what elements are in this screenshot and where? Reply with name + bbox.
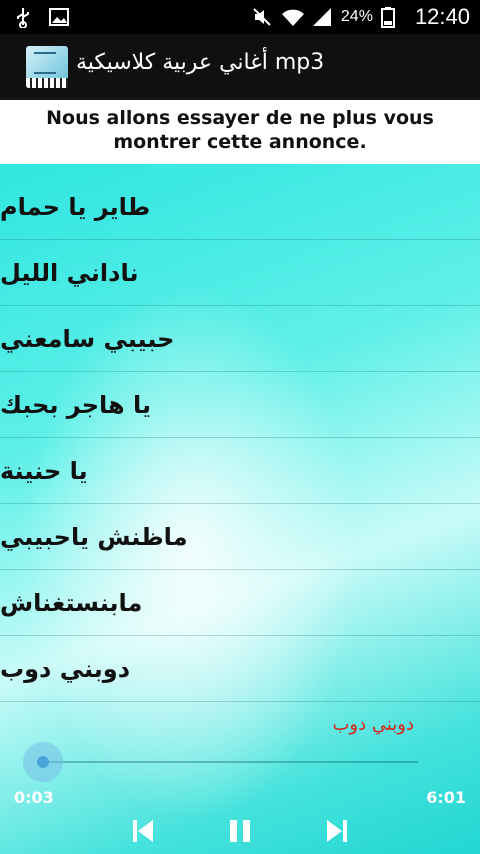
seek-thumb-core (37, 756, 50, 768)
player-controls (0, 812, 480, 852)
previous-button[interactable] (128, 816, 158, 846)
ad-banner[interactable]: Nous allons essayer de ne plus vous mont… (0, 100, 480, 164)
app-title: أغاني عربية كلاسيكية mp3 (76, 50, 325, 75)
now-playing-title: دوبني دوب (332, 714, 414, 735)
status-bar: 24% 12:40 (0, 0, 480, 34)
clock: 12:40 (414, 4, 470, 29)
wifi-icon (281, 6, 304, 28)
content-area: طاير يا حمام ناداني الليل حبيبي سامعني ي… (0, 164, 480, 854)
mute-icon (251, 6, 273, 28)
list-item[interactable]: حبيبي سامعني (0, 306, 480, 372)
app-logo-icon (26, 46, 68, 88)
pause-icon (230, 820, 250, 842)
list-item[interactable]: دوبني دوب (0, 636, 480, 702)
pause-button[interactable] (225, 816, 255, 846)
list-item[interactable]: يا حنينة (0, 438, 480, 504)
skip-next-icon (327, 820, 347, 842)
seek-thumb[interactable] (23, 742, 64, 782)
total-time: 6:01 (426, 788, 466, 807)
signal-icon (311, 6, 333, 28)
list-item[interactable]: مابنستغناش (0, 570, 480, 636)
seek-bar[interactable] (40, 761, 418, 763)
skip-previous-icon (133, 820, 153, 842)
image-notification-icon (48, 6, 70, 28)
list-item[interactable]: يا هاجر بحبك (0, 372, 480, 438)
usb-icon (12, 6, 34, 29)
ad-banner-text: Nous allons essayer de ne plus vous mont… (46, 107, 434, 153)
list-item[interactable]: ناداني الليل (0, 240, 480, 306)
next-button[interactable] (322, 816, 352, 846)
list-item[interactable]: ماظنش ياحبيبي (0, 504, 480, 570)
battery-percent: 24% (340, 8, 373, 25)
list-item[interactable]: طاير يا حمام (0, 174, 480, 240)
elapsed-time: 0:03 (14, 788, 54, 807)
song-list: طاير يا حمام ناداني الليل حبيبي سامعني ي… (0, 174, 480, 702)
battery-icon (380, 6, 403, 28)
action-bar: أغاني عربية كلاسيكية mp3 (0, 34, 480, 100)
